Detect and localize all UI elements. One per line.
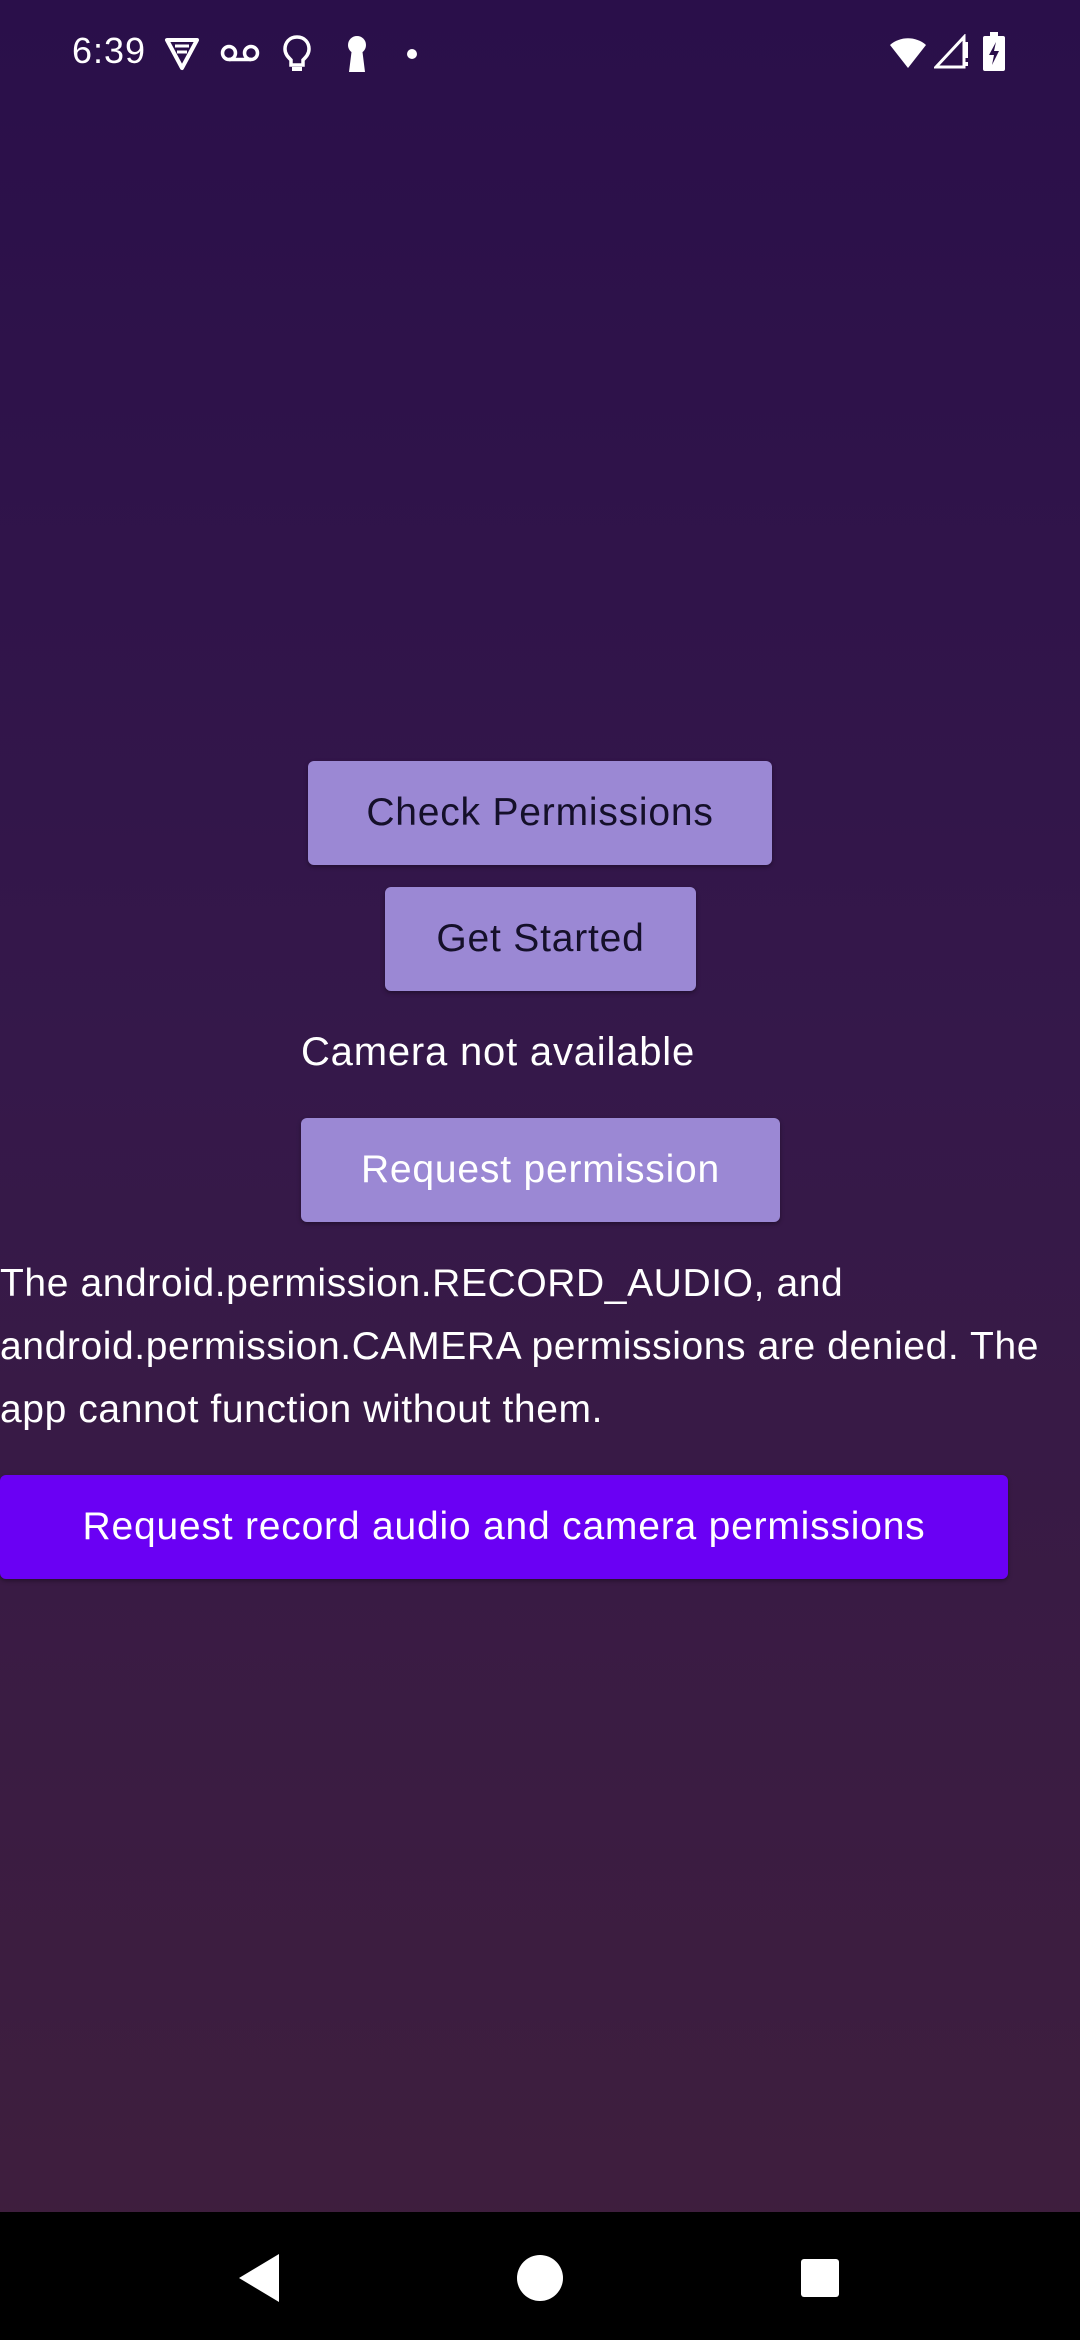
camera-status-text: Camera not available [301, 1030, 695, 1074]
home-icon[interactable] [500, 2238, 580, 2318]
app-content: Check Permissions Get Started Camera not… [0, 0, 1080, 2212]
request-permission-button[interactable]: Request permission [301, 1118, 780, 1222]
request-audio-camera-permissions-button[interactable]: Request record audio and camera permissi… [0, 1475, 1008, 1579]
navigation-bar [0, 2212, 1080, 2340]
back-icon[interactable] [219, 2238, 299, 2318]
recents-icon[interactable] [780, 2238, 860, 2318]
get-started-button[interactable]: Get Started [385, 887, 696, 991]
check-permissions-button[interactable]: Check Permissions [308, 761, 772, 865]
permissions-denied-message: The android.permission.RECORD_AUDIO, and… [0, 1262, 1040, 1431]
